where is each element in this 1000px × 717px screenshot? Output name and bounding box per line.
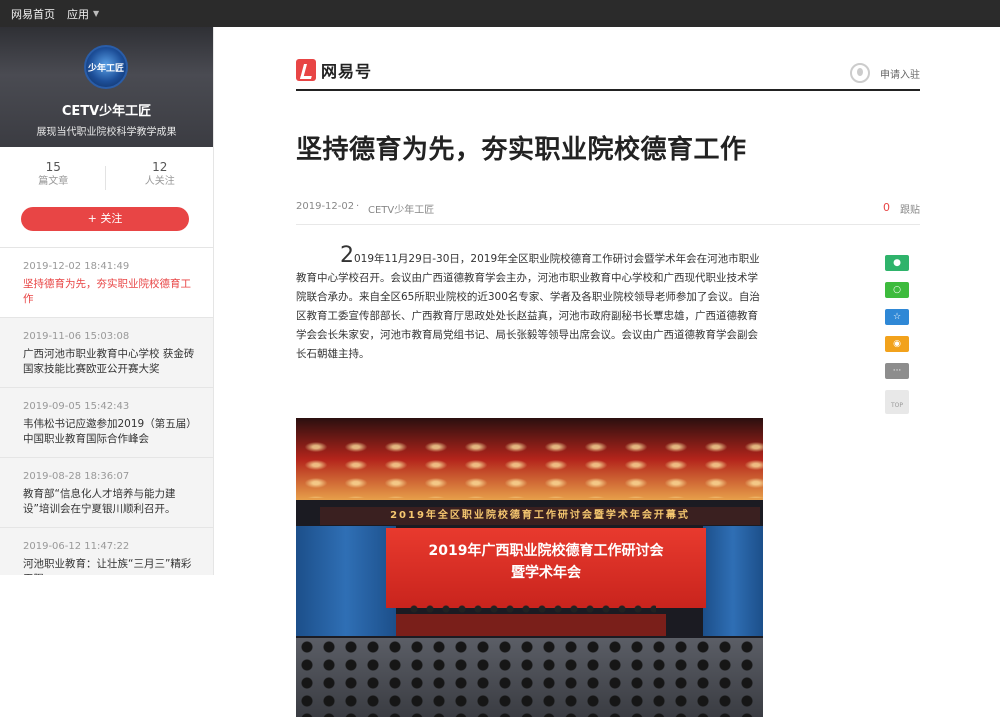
list-item-time: 2019-12-02 18:41:49: [23, 261, 130, 272]
author-description: 展现当代职业院校科学教学成果: [36, 127, 177, 138]
article-meta: 2019-12-02 · CETV少年工匠 0 跟贴: [296, 199, 920, 225]
author-stats: 15 篇文章 12 人关注: [0, 159, 213, 207]
photo-banner-text: 2019年全区职业院校德育工作研讨会暨学术年会开幕式: [320, 507, 760, 525]
author-sidebar: 少年工匠 CETV少年工匠 展现当代职业院校科学教学成果 15 篇文章 12 人…: [0, 27, 214, 575]
qzone-share-button[interactable]: ●: [885, 255, 909, 271]
weibo-share-button[interactable]: ◉: [885, 336, 909, 352]
netease-hao-logo-icon: [296, 59, 316, 81]
comments-link[interactable]: 跟贴: [900, 201, 920, 216]
article-photo[interactable]: 2019年全区职业院校德育工作研讨会暨学术年会开幕式 2019年广西职业院校德育…: [296, 418, 763, 717]
photo-screen-line1: 2019年广西职业院校德育工作研讨会: [428, 543, 664, 559]
stats-divider: [105, 166, 106, 190]
photo-lights: [296, 438, 763, 498]
page-title: 坚持德育为先，夯实职业院校德育工作: [296, 135, 747, 165]
wechat-share-button[interactable]: ○: [885, 282, 909, 298]
articles-count: 15: [45, 160, 61, 174]
meta-separator: ·: [356, 201, 360, 212]
photo-curtain-left: [296, 526, 396, 636]
drop-cap: 2: [340, 243, 354, 268]
author-name[interactable]: CETV少年工匠: [0, 100, 213, 119]
photo-stage-table: [396, 614, 666, 636]
source-link[interactable]: CETV少年工匠: [368, 201, 434, 216]
followers-count: 12: [152, 160, 168, 174]
list-item-time: 2019-11-06 15:03:08: [23, 331, 130, 342]
publish-date: 2019-12-02: [296, 201, 355, 212]
followers-label: 人关注: [144, 176, 175, 187]
list-item-time: 2019-08-28 18:36:07: [23, 471, 130, 482]
share-bar: ● ○ ☆ ◉ ··· TOP: [885, 255, 909, 414]
list-item[interactable]: 2019-12-02 18:41:49 坚持德育为先，夯实职业院校德育工作: [0, 248, 213, 318]
apps-menu[interactable]: 应用 ▼: [67, 6, 99, 22]
photo-audience: [296, 638, 763, 717]
list-item[interactable]: 2019-09-05 15:42:43 韦伟松书记应邀参加2019（第五届）中国…: [0, 388, 213, 458]
apply-link[interactable]: 申请入驻: [850, 63, 920, 83]
favorite-share-button[interactable]: ☆: [885, 309, 909, 325]
articles-label: 篇文章: [38, 176, 69, 187]
article-header: 网易号 申请入驻: [296, 27, 920, 91]
more-share-button[interactable]: ···: [885, 363, 909, 379]
list-item[interactable]: 2019-06-12 11:47:22 河池职业教育：让壮族“三月三”精彩无限: [0, 528, 213, 575]
list-item-title: 韦伟松书记应邀参加2019（第五届）中国职业教育国际合作峰会: [23, 418, 192, 445]
articles-stat: 15 篇文章: [0, 159, 107, 207]
article-main: 网易号 申请入驻 坚持德育为先，夯实职业院校德育工作 2019-12-02 · …: [296, 27, 920, 717]
top-nav-bar: 网易首页 应用 ▼: [0, 0, 1000, 27]
user-icon: [850, 63, 870, 83]
photo-panel-people: [406, 604, 656, 614]
chevron-down-icon: ▼: [93, 9, 100, 18]
avatar-text: 少年工匠: [87, 63, 124, 74]
avatar[interactable]: 少年工匠: [84, 45, 128, 89]
netease-hao-logo[interactable]: 网易号: [296, 58, 372, 82]
home-link[interactable]: 网易首页: [11, 6, 55, 22]
list-item-title: 教育部“信息化人才培养与能力建设”培训会在宁夏银川顺利召开。: [23, 488, 176, 515]
list-item-title: 广西河池市职业教育中心学校 获金砖国家技能比赛欧亚公开赛大奖: [23, 348, 195, 375]
apply-label: 申请入驻: [880, 69, 920, 81]
article-body: 2019年11月29日-30日，2019年全区职业院校德育工作研讨会暨学术年会在…: [296, 243, 763, 364]
apps-label: 应用: [67, 7, 89, 21]
list-item-title: 河池职业教育：让壮族“三月三”精彩无限: [23, 558, 192, 575]
comment-count[interactable]: 0: [883, 201, 890, 214]
list-item-time: 2019-06-12 11:47:22: [23, 541, 130, 552]
logo-text: 网易号: [321, 62, 373, 81]
list-item[interactable]: 2019-08-28 18:36:07 教育部“信息化人才培养与能力建设”培训会…: [0, 458, 213, 528]
photo-curtain-right: [703, 526, 763, 636]
list-item-time: 2019-09-05 15:42:43: [23, 401, 130, 412]
follow-button[interactable]: + 关注: [21, 207, 189, 231]
article-list: 2019-12-02 18:41:49 坚持德育为先，夯实职业院校德育工作 20…: [0, 247, 213, 575]
back-to-top-button[interactable]: TOP: [885, 390, 909, 414]
profile-banner: 少年工匠 CETV少年工匠 展现当代职业院校科学教学成果: [0, 27, 213, 147]
followers-stat: 12 人关注: [107, 159, 214, 207]
list-item-title: 坚持德育为先，夯实职业院校德育工作: [23, 278, 191, 305]
article-body-text: 019年11月29日-30日，2019年全区职业院校德育工作研讨会暨学术年会在河…: [296, 253, 760, 360]
photo-screen-line2: 暨学术年会: [511, 565, 581, 581]
list-item[interactable]: 2019-11-06 15:03:08 广西河池市职业教育中心学校 获金砖国家技…: [0, 318, 213, 388]
photo-stage-screen: 2019年广西职业院校德育工作研讨会 暨学术年会: [386, 528, 706, 608]
